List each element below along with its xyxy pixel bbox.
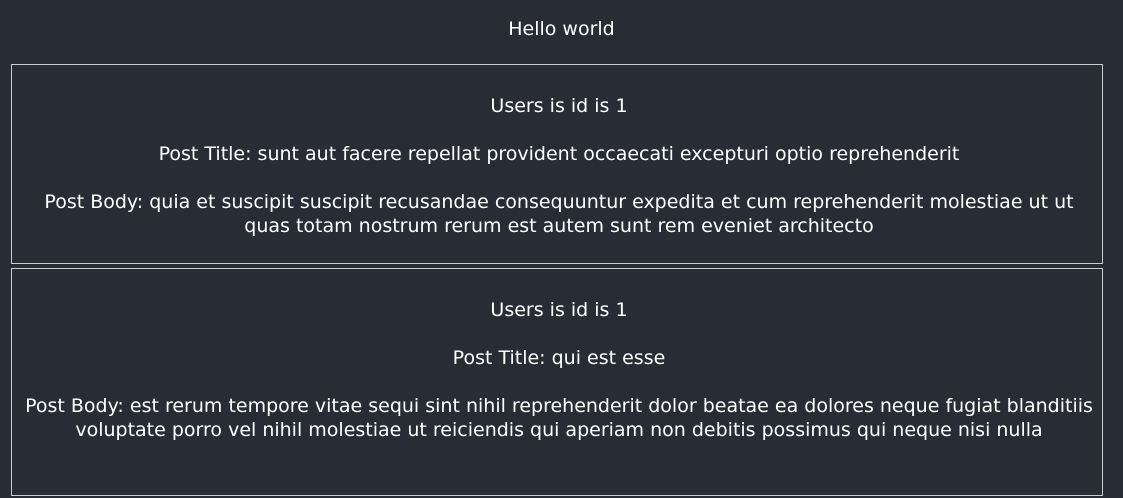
post-title: Post Title: sunt aut facere repellat pro… [158,143,960,165]
post-title: Post Title: qui est esse [452,347,666,369]
post-card: Users is id is 1 Post Title: sunt aut fa… [11,64,1103,264]
post-body: Post Body: est rerum tempore vitae sequi… [25,395,1093,441]
page-title: Hello world [508,18,615,40]
post-user-id: Users is id is 1 [490,95,628,117]
post-user-id: Users is id is 1 [490,299,628,321]
post-body: Post Body: quia et suscipit suscipit rec… [44,191,1074,237]
post-card: Users is id is 1 Post Title: qui est ess… [11,268,1103,496]
